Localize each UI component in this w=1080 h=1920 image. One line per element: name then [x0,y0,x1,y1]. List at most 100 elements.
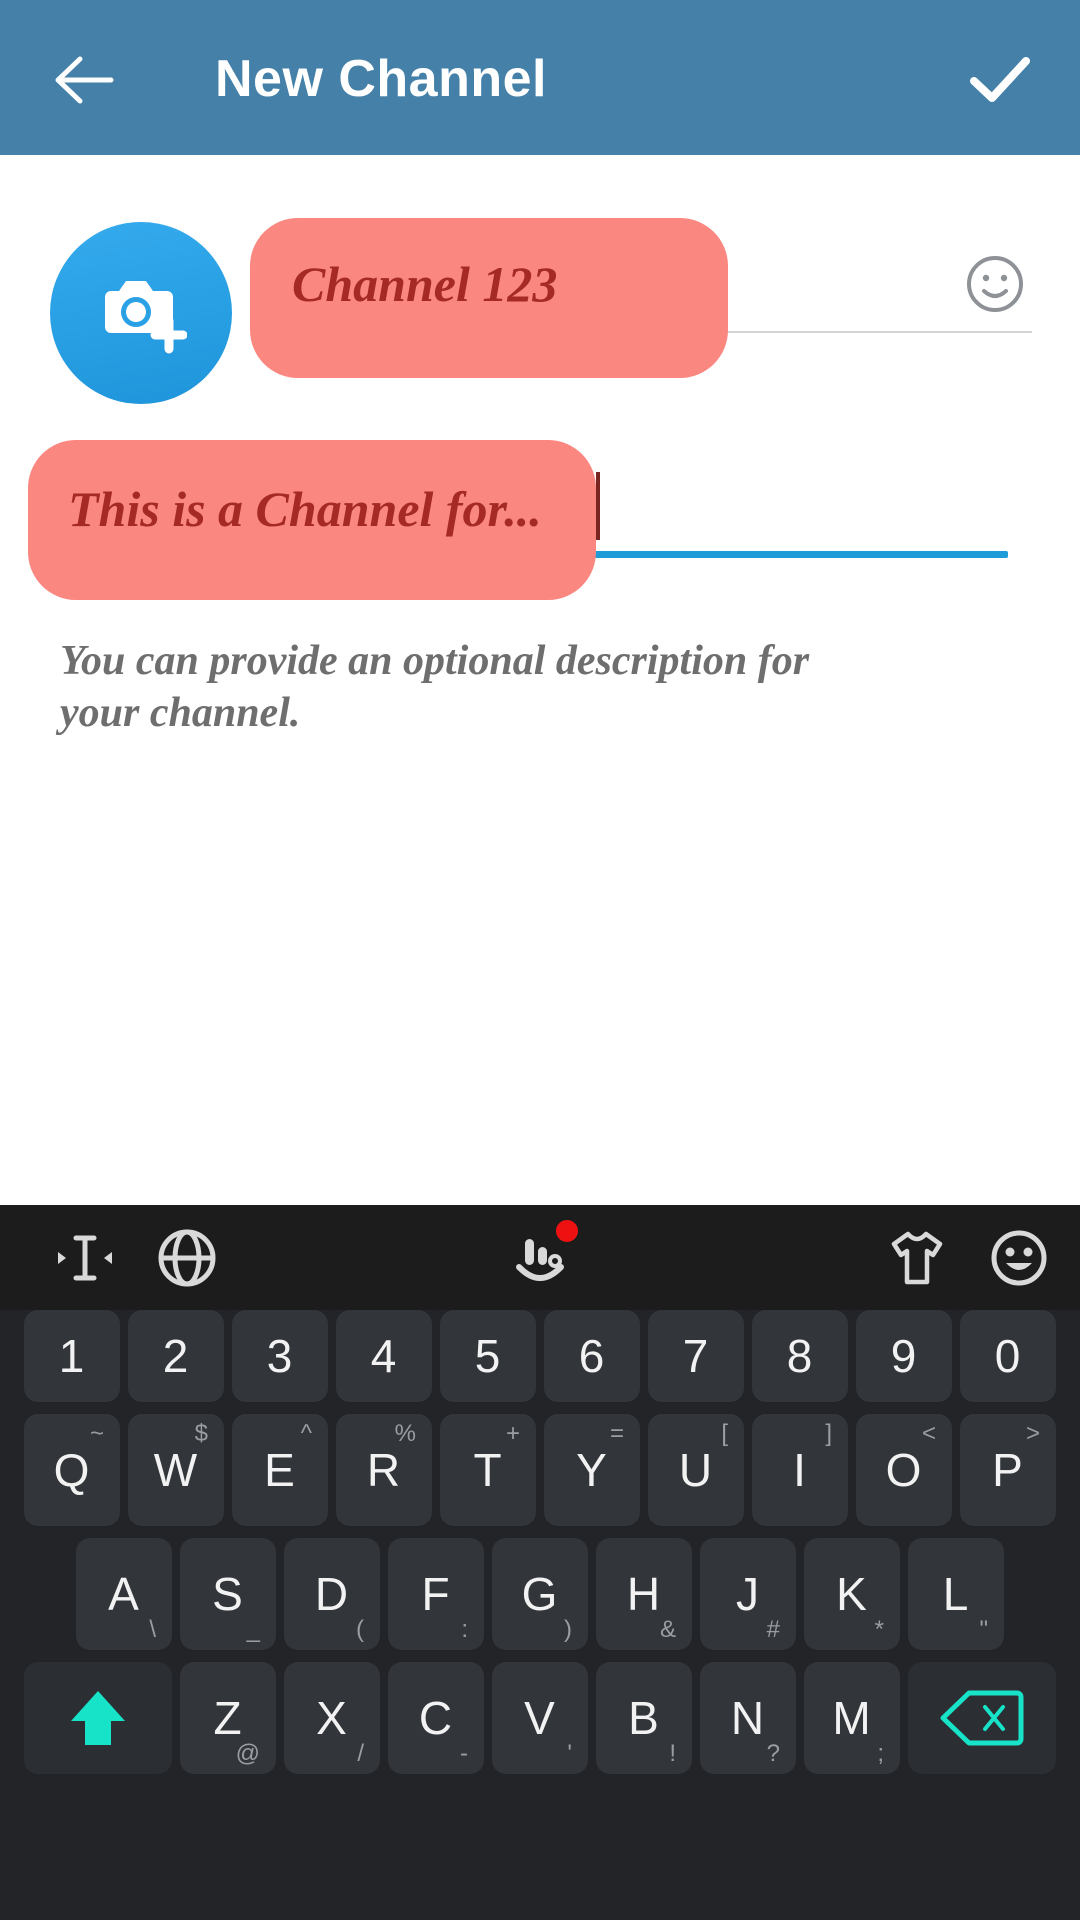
key-label: K [836,1568,868,1620]
key-label: W [153,1444,199,1496]
key-label: 4 [370,1330,398,1382]
key-label: 1 [58,1330,86,1382]
touchpal-menu-button[interactable] [503,1217,581,1295]
key-g[interactable]: G) [492,1538,588,1650]
key-secondary-label: ^ [300,1420,312,1447]
channel-name-input[interactable]: Channel 123 [292,255,557,313]
key-1[interactable]: 1 [24,1310,120,1402]
key-f[interactable]: F: [388,1538,484,1650]
key-d[interactable]: D( [284,1538,380,1650]
key-j[interactable]: J # [700,1538,796,1650]
key-a[interactable]: A \ [76,1538,172,1650]
check-icon [970,57,1030,102]
key-label: Z [213,1692,243,1744]
key-m[interactable]: M; [804,1662,900,1774]
key-secondary-label: ) [564,1616,572,1643]
channel-description-input[interactable]: This is a Channel for... [68,480,542,538]
key-secondary-label: ! [669,1740,676,1767]
back-button[interactable] [50,45,120,115]
key-secondary-label: @ [235,1740,260,1767]
key-label: G [521,1568,559,1620]
key-3[interactable]: 3 [232,1310,328,1402]
emoji-smiley-icon [991,1230,1047,1286]
key-label: Q [53,1444,91,1496]
key-secondary-label: / [357,1740,364,1767]
key-q[interactable]: ~ Q [24,1414,120,1526]
key-h[interactable]: H & [596,1538,692,1650]
notification-badge-dot [553,1217,581,1245]
key-k[interactable]: K * [804,1538,900,1650]
keyboard-row-top: ~ Q $ W ^ E% R + T = Y[U] I < O > P [0,1414,1080,1534]
key-v[interactable]: V ' [492,1662,588,1774]
key-n[interactable]: N? [700,1662,796,1774]
key-s[interactable]: S _ [180,1538,276,1650]
key-label: R [366,1444,402,1496]
shift-key[interactable] [24,1662,172,1774]
key-secondary-label: ; [877,1740,884,1767]
key-label: 9 [890,1330,918,1382]
keyboard-emoji-button[interactable] [982,1221,1056,1295]
cursor-move-icon [58,1235,112,1281]
key-secondary-label: ? [766,1740,780,1767]
avatar-upload-button[interactable] [50,222,232,404]
key-secondary-label: = [609,1420,624,1447]
key-label: 3 [266,1330,294,1382]
key-label: M [832,1692,872,1744]
key-label: H [626,1568,662,1620]
key-secondary-label: ~ [89,1420,104,1447]
key-label: V [524,1692,556,1744]
key-label: U [678,1444,714,1496]
cursor-move-button[interactable] [48,1221,122,1295]
key-y[interactable]: = Y [544,1414,640,1526]
confirm-button[interactable] [962,42,1038,118]
key-z[interactable]: Z @ [180,1662,276,1774]
key-b[interactable]: B! [596,1662,692,1774]
key-7[interactable]: 7 [648,1310,744,1402]
key-o[interactable]: < O [856,1414,952,1526]
key-w[interactable]: $ W [128,1414,224,1526]
key-u[interactable]: [U [648,1414,744,1526]
key-x[interactable]: X / [284,1662,380,1774]
key-e[interactable]: ^ E [232,1414,328,1526]
key-p[interactable]: > P [960,1414,1056,1526]
key-c[interactable]: C- [388,1662,484,1774]
key-secondary-label: < [921,1420,936,1447]
key-secondary-label: > [1025,1420,1040,1447]
key-label: A [108,1568,140,1620]
key-i[interactable]: ] I [752,1414,848,1526]
key-secondary-label: & [659,1616,676,1643]
key-secondary-label: ] [825,1420,832,1447]
key-t[interactable]: + T [440,1414,536,1526]
backspace-key[interactable] [908,1662,1056,1774]
key-label: 5 [474,1330,502,1382]
key-label: P [992,1444,1024,1496]
key-8[interactable]: 8 [752,1310,848,1402]
key-4[interactable]: 4 [336,1310,432,1402]
backspace-delete-icon [940,1690,1024,1746]
key-label: X [316,1692,348,1744]
key-secondary-label: % [394,1420,416,1447]
arrow-left-icon [55,56,114,104]
key-secondary-label: : [461,1616,468,1643]
key-5[interactable]: 5 [440,1310,536,1402]
globe-icon [158,1229,216,1287]
smiley-outline-icon [967,256,1023,312]
name-emoji-button[interactable] [962,251,1028,317]
key-9[interactable]: 9 [856,1310,952,1402]
key-0[interactable]: 0 [960,1310,1056,1402]
key-l[interactable]: L " [908,1538,1004,1650]
key-label: F [421,1568,451,1620]
key-secondary-label: ' [567,1740,572,1767]
key-2[interactable]: 2 [128,1310,224,1402]
key-label: C [418,1692,454,1744]
language-switch-button[interactable] [150,1221,224,1295]
key-6[interactable]: 6 [544,1310,640,1402]
key-label: J [736,1568,760,1620]
key-label: O [885,1444,923,1496]
keyboard-theme-button[interactable] [880,1221,954,1295]
key-label: Y [576,1444,608,1496]
key-label: 2 [162,1330,190,1382]
on-screen-keyboard: 1234567890 ~ Q $ W ^ E% R + T = Y[U] I < O > P A \ S _ D(F:… [0,1205,1080,1920]
key-r[interactable]: % R [336,1414,432,1526]
screen-root: New Channel Channel 123 This is a Channe… [0,0,1080,1920]
